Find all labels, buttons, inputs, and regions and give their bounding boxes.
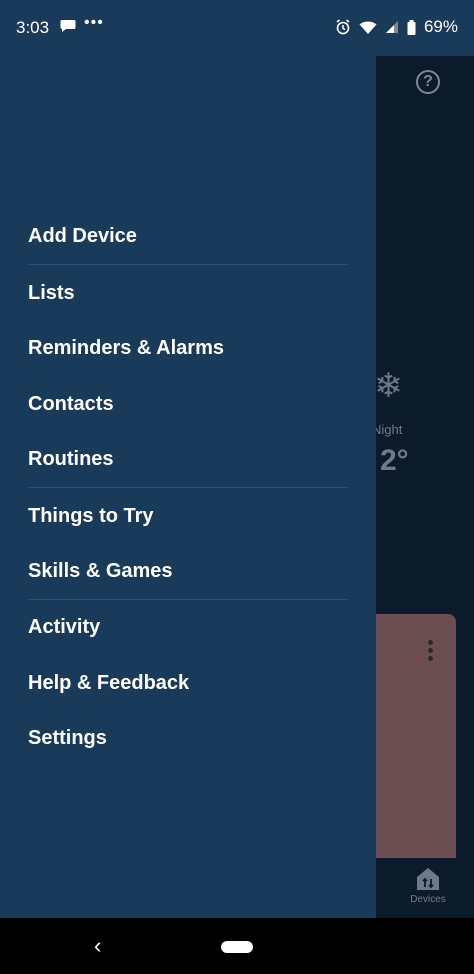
status-time: 3:03 <box>16 18 50 37</box>
device-card <box>376 614 456 858</box>
help-icon: ? <box>416 70 440 94</box>
signal-icon <box>385 20 399 34</box>
devices-tab: Devices <box>406 866 450 905</box>
weather-label: Night <box>376 422 403 437</box>
menu-item-add-device[interactable]: Add Device <box>28 216 348 256</box>
divider <box>28 264 348 265</box>
wifi-icon <box>359 20 377 35</box>
battery-percent: 69% <box>423 17 458 36</box>
home-button[interactable] <box>221 940 253 958</box>
menu-item-skills-games[interactable]: Skills & Games <box>28 551 348 591</box>
menu-item-lists[interactable]: Lists <box>28 273 348 313</box>
kebab-menu-icon <box>428 640 434 664</box>
divider <box>28 599 348 600</box>
devices-label: Devices <box>410 894 446 905</box>
navigation-drawer: Add Device Lists Reminders & Alarms Cont… <box>0 56 376 918</box>
background-app: ? ❄ Night 2° Devices <box>376 56 474 918</box>
status-bar: 3:03 ••• 69% <box>0 0 474 56</box>
battery-icon <box>407 19 416 35</box>
temperature: 2° <box>380 444 409 477</box>
menu-item-help-feedback[interactable]: Help & Feedback <box>28 663 348 703</box>
menu-item-reminders-alarms[interactable]: Reminders & Alarms <box>28 328 348 368</box>
menu-item-contacts[interactable]: Contacts <box>28 384 348 424</box>
status-icons: 69% <box>335 17 458 37</box>
alarm-icon <box>335 19 351 35</box>
snowflake-icon: ❄ <box>376 367 403 405</box>
menu-item-routines[interactable]: Routines <box>28 439 348 479</box>
back-icon[interactable]: ‹ <box>94 935 101 957</box>
menu-item-things-to-try[interactable]: Things to Try <box>28 496 348 536</box>
devices-icon <box>415 866 441 892</box>
divider <box>28 487 348 488</box>
menu-item-activity[interactable]: Activity <box>28 607 348 647</box>
more-notifications-icon: ••• <box>84 14 104 31</box>
message-icon <box>60 19 76 33</box>
menu-item-settings[interactable]: Settings <box>28 718 348 758</box>
